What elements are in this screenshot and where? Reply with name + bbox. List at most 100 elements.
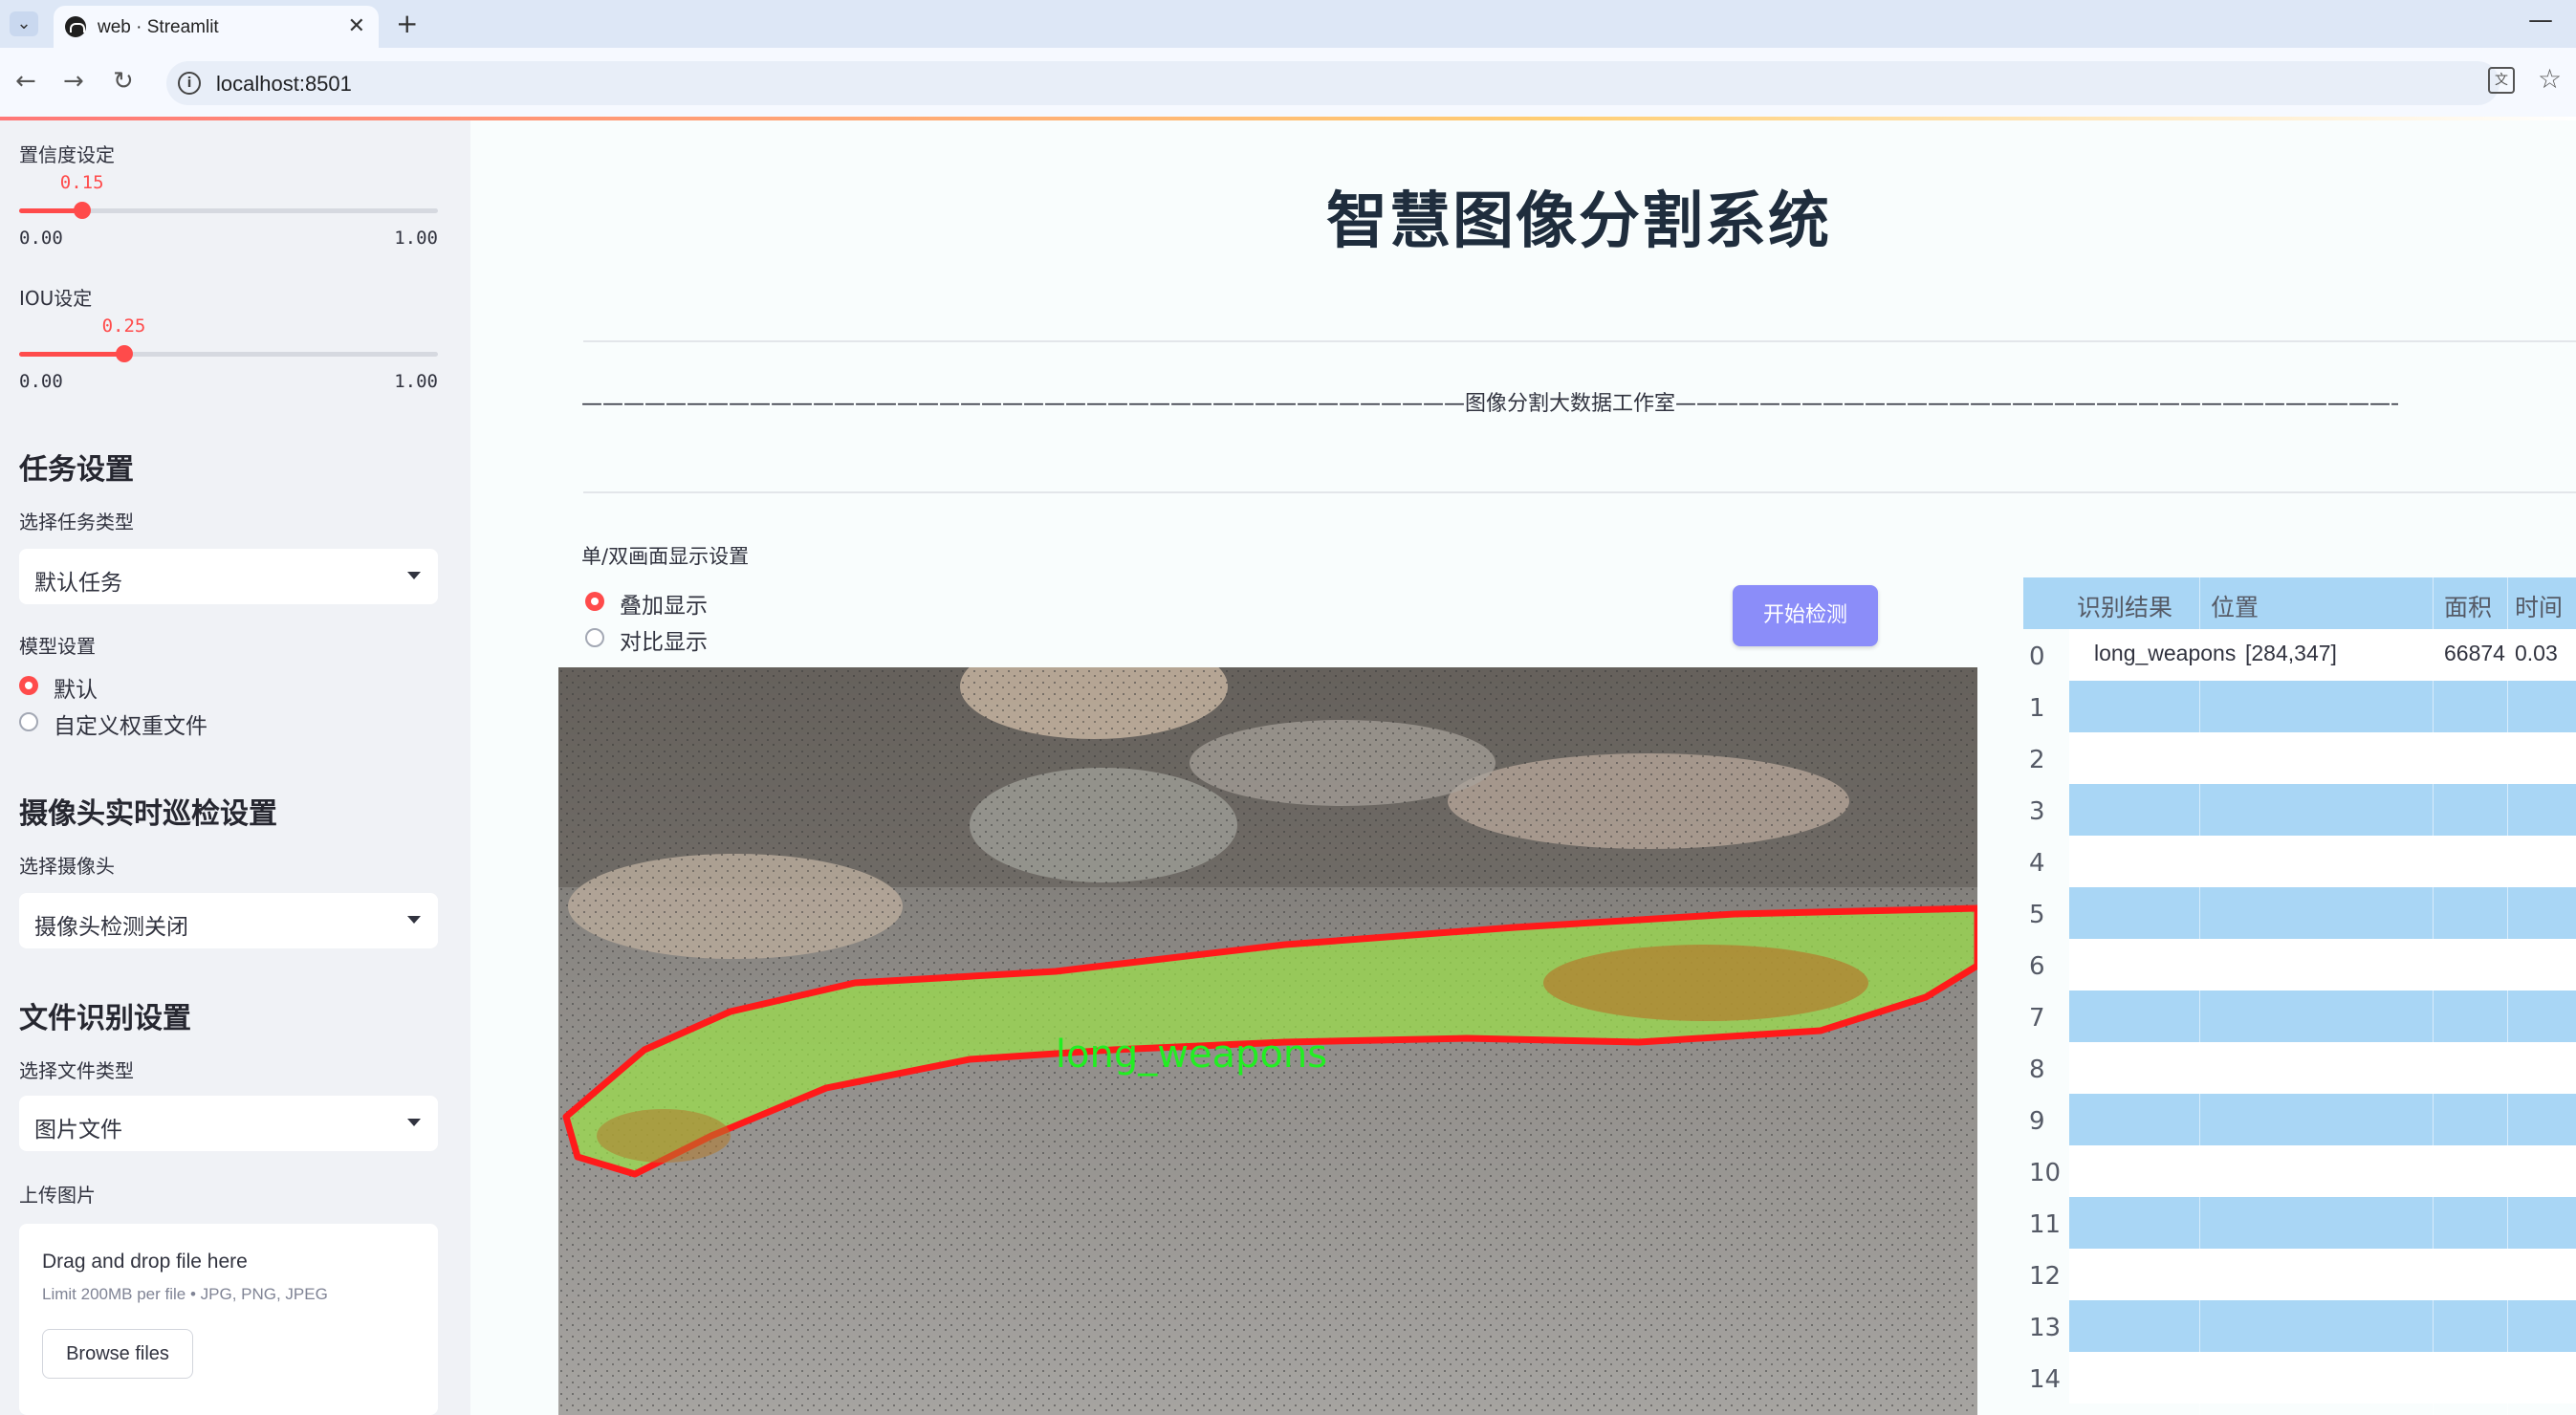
table-row[interactable]: 10	[2023, 1145, 2576, 1197]
address-bar[interactable]: i localhost:8501	[166, 61, 2500, 105]
table-row[interactable]: 9	[2023, 1094, 2576, 1145]
row-index: 4	[2029, 849, 2045, 878]
row-index-cell: 13	[2023, 1300, 2069, 1352]
back-arrow-icon[interactable]: ←	[15, 67, 36, 96]
mask-inner-region	[597, 1109, 731, 1163]
table-row[interactable]: 8	[2023, 1042, 2576, 1094]
col-header-result[interactable]: 识别结果	[2077, 589, 2172, 623]
table-row[interactable]: 7	[2023, 990, 2576, 1042]
row-index: 3	[2029, 797, 2045, 826]
studio-banner: ————————————————————————————————————————…	[581, 392, 2398, 416]
slider-value: 0.15	[59, 172, 104, 193]
detection-image: long_weapons	[558, 667, 1977, 1415]
col-header-position[interactable]: 位置	[2211, 589, 2259, 623]
page-title: 智慧图像分割系统	[1326, 186, 1831, 257]
start-detection-button[interactable]: 开始检测	[1733, 585, 1878, 646]
detection-label: long_weapons	[1056, 1033, 1327, 1077]
row-index-cell: 5	[2023, 887, 2069, 939]
divider	[583, 340, 2576, 342]
task-type-select[interactable]: 默认任务	[19, 549, 438, 604]
radio-unselected-icon[interactable]	[19, 712, 38, 731]
row-index-cell: 11	[2023, 1197, 2069, 1249]
row-index: 2	[2029, 746, 2045, 774]
table-row[interactable]: 1	[2023, 681, 2576, 732]
file-type-select[interactable]: 图片文件	[19, 1096, 438, 1151]
table-row[interactable]: 2	[2023, 732, 2576, 784]
row-index-cell: 2	[2023, 732, 2069, 784]
results-table[interactable]: 识别结果 位置 面积 时间 0 long_weapons [284,347] 6687…	[2023, 577, 2576, 1415]
table-row[interactable]: 3	[2023, 784, 2576, 836]
model-label: 模型设置	[19, 635, 96, 658]
row-index: 14	[2029, 1365, 2062, 1394]
browse-files-button[interactable]: Browse files	[42, 1329, 193, 1379]
row-index-cell: 0	[2023, 629, 2069, 681]
row-index-cell: 3	[2023, 784, 2069, 836]
task-type-label: 选择任务类型	[19, 511, 134, 533]
browser-tab-bar: ⌄ web · Streamlit ✕ + —	[0, 0, 2576, 48]
row-index: 10	[2029, 1159, 2062, 1187]
row-index-cell: 1	[2023, 681, 2069, 732]
iou-label: IOU设定	[19, 287, 93, 310]
row-index: 9	[2029, 1107, 2045, 1136]
slider-fill	[19, 352, 124, 357]
chevron-down-icon	[407, 572, 421, 579]
cell-position: [284,347]	[2245, 641, 2337, 665]
table-row[interactable]: 13	[2023, 1300, 2576, 1352]
slider-thumb[interactable]	[115, 345, 133, 362]
radio-selected-icon[interactable]	[585, 592, 604, 611]
table-row[interactable]: 0 long_weapons [284,347] 66874 0.03	[2023, 629, 2576, 681]
new-tab-plus-icon[interactable]: +	[396, 8, 418, 39]
file-type-label: 选择文件类型	[19, 1059, 134, 1082]
table-row[interactable]: 11	[2023, 1197, 2576, 1249]
radio-label: 默认	[54, 678, 98, 703]
iou-slider[interactable]: 0.25 0.00 1.00	[19, 316, 438, 396]
row-index-cell: 12	[2023, 1249, 2069, 1300]
row-index-cell: 9	[2023, 1094, 2069, 1145]
forward-arrow-icon[interactable]: →	[63, 67, 84, 96]
col-header-time[interactable]: 时间	[2515, 589, 2563, 623]
table-row[interactable]: 14	[2023, 1352, 2576, 1404]
table-row[interactable]: 4	[2023, 836, 2576, 887]
row-index: 6	[2029, 952, 2045, 981]
confidence-slider[interactable]: 0.15 0.00 1.00	[19, 172, 438, 252]
file-dropzone[interactable]: Drag and drop file here Limit 200MB per …	[19, 1224, 438, 1415]
table-row[interactable]: 12	[2023, 1249, 2576, 1300]
site-info-icon[interactable]: i	[178, 72, 201, 95]
url-text[interactable]: localhost:8501	[216, 72, 352, 97]
radio-unselected-icon[interactable]	[585, 628, 604, 647]
camera-label: 选择摄像头	[19, 855, 115, 878]
slider-thumb[interactable]	[73, 202, 91, 219]
upload-label: 上传图片	[19, 1184, 96, 1207]
radio-selected-icon[interactable]	[19, 676, 38, 695]
row-index: 13	[2029, 1314, 2062, 1342]
confidence-label: 置信度设定	[19, 143, 115, 166]
slider-max: 1.00	[394, 228, 438, 249]
row-index-cell: 8	[2023, 1042, 2069, 1094]
slider-fill	[19, 208, 82, 213]
translate-icon[interactable]: 文	[2488, 67, 2515, 94]
row-index: 11	[2029, 1210, 2062, 1239]
reload-icon[interactable]: ↻	[113, 67, 134, 96]
tab-search-chevron-icon[interactable]: ⌄	[10, 11, 38, 36]
radio-label: 自定义权重文件	[54, 714, 207, 739]
table-row[interactable]: 5	[2023, 887, 2576, 939]
window-minimize-icon[interactable]: —	[2528, 6, 2553, 34]
row-index-cell: 7	[2023, 990, 2069, 1042]
radio-label: 叠加显示	[620, 594, 708, 619]
row-index-cell: 4	[2023, 836, 2069, 887]
mask-inner-region	[1543, 945, 1868, 1021]
tab-close-icon[interactable]: ✕	[348, 14, 365, 38]
slider-min: 0.00	[19, 371, 63, 392]
cell-area: 66874	[2444, 641, 2505, 665]
bookmark-star-icon[interactable]: ☆	[2538, 63, 2562, 95]
task-heading: 任务设置	[19, 453, 134, 487]
chevron-down-icon	[407, 1119, 421, 1126]
camera-heading: 摄像头实时巡检设置	[19, 797, 277, 831]
camera-select[interactable]: 摄像头检测关闭	[19, 893, 438, 948]
table-row[interactable]: 6	[2023, 939, 2576, 990]
cell-result: long_weapons	[2094, 641, 2237, 665]
col-header-area[interactable]: 面积	[2444, 589, 2492, 623]
browser-tab[interactable]: web · Streamlit ✕	[54, 6, 379, 48]
row-index: 0	[2029, 642, 2045, 671]
row-index-cell: 6	[2023, 939, 2069, 990]
